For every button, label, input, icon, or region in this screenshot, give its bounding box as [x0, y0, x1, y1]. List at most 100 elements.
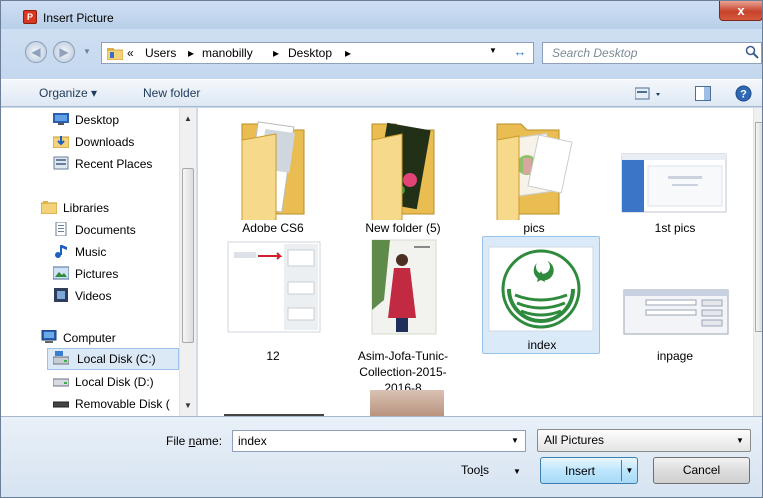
- insert-button-label: Insert: [564, 464, 595, 478]
- nav-item-music[interactable]: Music: [53, 242, 173, 262]
- cancel-button[interactable]: Cancel: [653, 457, 750, 484]
- insert-button[interactable]: Insert ▼: [540, 457, 638, 484]
- file-list-scrollbar[interactable]: [753, 108, 762, 416]
- image-thumbnail: [227, 241, 321, 333]
- file-name: pics: [523, 221, 545, 235]
- file-name-dropdown-icon[interactable]: ▼: [511, 436, 519, 445]
- file-item-pics[interactable]: pics: [475, 110, 593, 238]
- file-item-adobe-cs6[interactable]: Adobe CS6: [214, 110, 332, 238]
- nav-item-documents[interactable]: Documents: [53, 220, 173, 240]
- nav-item-desktop[interactable]: Desktop: [53, 110, 173, 130]
- insert-picture-dialog: P Insert Picture x ◀ ▶ ▼ « Users ▸ manob…: [0, 0, 763, 498]
- scrollbar-thumb[interactable]: [182, 168, 194, 343]
- removable-drive-icon: [53, 401, 69, 408]
- file-name-input[interactable]: index: [232, 430, 526, 452]
- breadcrumb-separator[interactable]: ▸: [273, 46, 279, 60]
- nav-item-label: Videos: [75, 289, 112, 303]
- file-item-inpage[interactable]: inpage: [616, 238, 734, 366]
- nav-item-label: Computer: [63, 331, 116, 345]
- file-item-12[interactable]: 12: [214, 238, 332, 366]
- nav-item-removable-disk[interactable]: Removable Disk (: [53, 394, 179, 414]
- drive-icon: [53, 378, 69, 387]
- window-title: Insert Picture: [43, 11, 114, 25]
- title-bar: P Insert Picture x: [1, 1, 762, 29]
- search-placeholder: Search Desktop: [552, 46, 638, 60]
- refresh-icon[interactable]: ↔: [509, 44, 531, 62]
- tools-menu[interactable]: Tools: [461, 463, 489, 477]
- file-name: Asim-Jofa-Tunic-Collection-2015-2016-8: [357, 349, 449, 395]
- file-item-asim-jofa[interactable]: Asim-Jofa-Tunic-Collection-2015-2016-8: [344, 238, 462, 395]
- libraries-icon: [41, 201, 57, 214]
- nav-item-local-disk-d[interactable]: Local Disk (D:): [53, 372, 179, 392]
- preview-pane-icon[interactable]: [695, 86, 711, 101]
- folder-icon: [107, 48, 123, 60]
- computer-icon: [41, 330, 57, 343]
- new-folder-button[interactable]: New folder: [143, 86, 200, 100]
- file-name: New folder (5): [365, 221, 441, 235]
- recent-places-icon: [53, 156, 69, 170]
- organize-menu[interactable]: Organize ▾: [39, 86, 97, 100]
- nav-item-label: Documents: [75, 223, 136, 237]
- insert-options-dropdown[interactable]: ▼: [621, 460, 637, 481]
- scrollbar-thumb[interactable]: [755, 122, 762, 332]
- close-button[interactable]: x: [719, 1, 762, 21]
- breadcrumb-desktop[interactable]: Desktop: [288, 46, 332, 60]
- search-icon[interactable]: [745, 45, 759, 59]
- file-type-dropdown-icon[interactable]: ▼: [736, 436, 744, 445]
- drive-icon: [53, 351, 69, 365]
- address-dropdown[interactable]: ▼: [489, 46, 497, 55]
- nav-item-libraries[interactable]: Libraries: [41, 198, 171, 218]
- breadcrumb-manobilly[interactable]: manobilly: [202, 46, 253, 60]
- nav-item-videos[interactable]: Videos: [53, 286, 173, 306]
- view-options-icon[interactable]: [635, 87, 665, 101]
- nav-item-label: Recent Places: [75, 157, 153, 171]
- file-item-index[interactable]: index: [482, 236, 600, 354]
- nav-item-recent-places[interactable]: Recent Places: [53, 154, 173, 174]
- navigation-scrollbar[interactable]: ▲ ▼: [179, 108, 196, 416]
- app-icon: P: [23, 10, 37, 24]
- folder-icon: [371, 122, 435, 220]
- dialog-footer: File name: index ▼ All Pictures ▼ Tools …: [1, 416, 762, 497]
- image-thumbnail: [623, 289, 729, 335]
- file-name: 12: [266, 349, 280, 363]
- breadcrumb-separator[interactable]: ▸: [188, 46, 194, 60]
- music-icon: [55, 245, 67, 258]
- scroll-down-icon[interactable]: ▼: [184, 401, 192, 410]
- svg-text:?: ?: [740, 89, 747, 101]
- breadcrumb-users[interactable]: Users: [145, 46, 176, 60]
- image-thumbnail: [488, 246, 594, 332]
- desktop-icon: [53, 113, 69, 125]
- partial-thumbnail[interactable]: [370, 390, 444, 416]
- recent-locations-dropdown[interactable]: ▼: [83, 47, 93, 57]
- image-thumbnail: [371, 239, 437, 335]
- file-name: inpage: [656, 349, 694, 363]
- breadcrumb-separator[interactable]: ▸: [345, 46, 351, 60]
- forward-button[interactable]: ▶: [53, 41, 75, 63]
- nav-item-label: Music: [75, 245, 107, 259]
- back-button[interactable]: ◀: [25, 41, 47, 63]
- help-icon[interactable]: ?: [735, 85, 752, 102]
- file-name-label: File name:: [166, 434, 223, 448]
- nav-item-label: Desktop: [75, 113, 120, 127]
- pictures-icon: [53, 266, 69, 280]
- command-toolbar: Organize ▾ New folder ?: [1, 79, 762, 107]
- nav-item-label: Libraries: [63, 201, 110, 215]
- documents-icon: [55, 222, 67, 236]
- file-name: Adobe CS6: [242, 221, 304, 235]
- nav-item-pictures[interactable]: Pictures: [53, 264, 173, 284]
- videos-icon: [54, 288, 68, 302]
- scroll-up-icon[interactable]: ▲: [184, 114, 192, 123]
- nav-item-downloads[interactable]: Downloads: [53, 132, 173, 152]
- nav-item-local-disk-c[interactable]: Local Disk (C:): [47, 348, 179, 370]
- file-list: Adobe CS6 New folder (5) pics 1st pics 1…: [198, 108, 753, 416]
- tools-dropdown-icon[interactable]: ▼: [513, 467, 521, 476]
- file-type-select[interactable]: All Pictures: [537, 429, 751, 452]
- file-item-1st-pics[interactable]: 1st pics: [616, 110, 734, 238]
- nav-item-computer[interactable]: Computer: [41, 328, 171, 348]
- address-row: ◀ ▶ ▼ « Users ▸ manobilly ▸ Desktop ▸ ▼ …: [1, 29, 762, 79]
- nav-item-label: Local Disk (C:): [77, 352, 156, 366]
- folder-icon: [496, 123, 573, 220]
- breadcrumb-overflow[interactable]: «: [127, 46, 134, 60]
- file-item-new-folder-5[interactable]: New folder (5): [344, 110, 462, 238]
- file-name: index: [527, 338, 557, 352]
